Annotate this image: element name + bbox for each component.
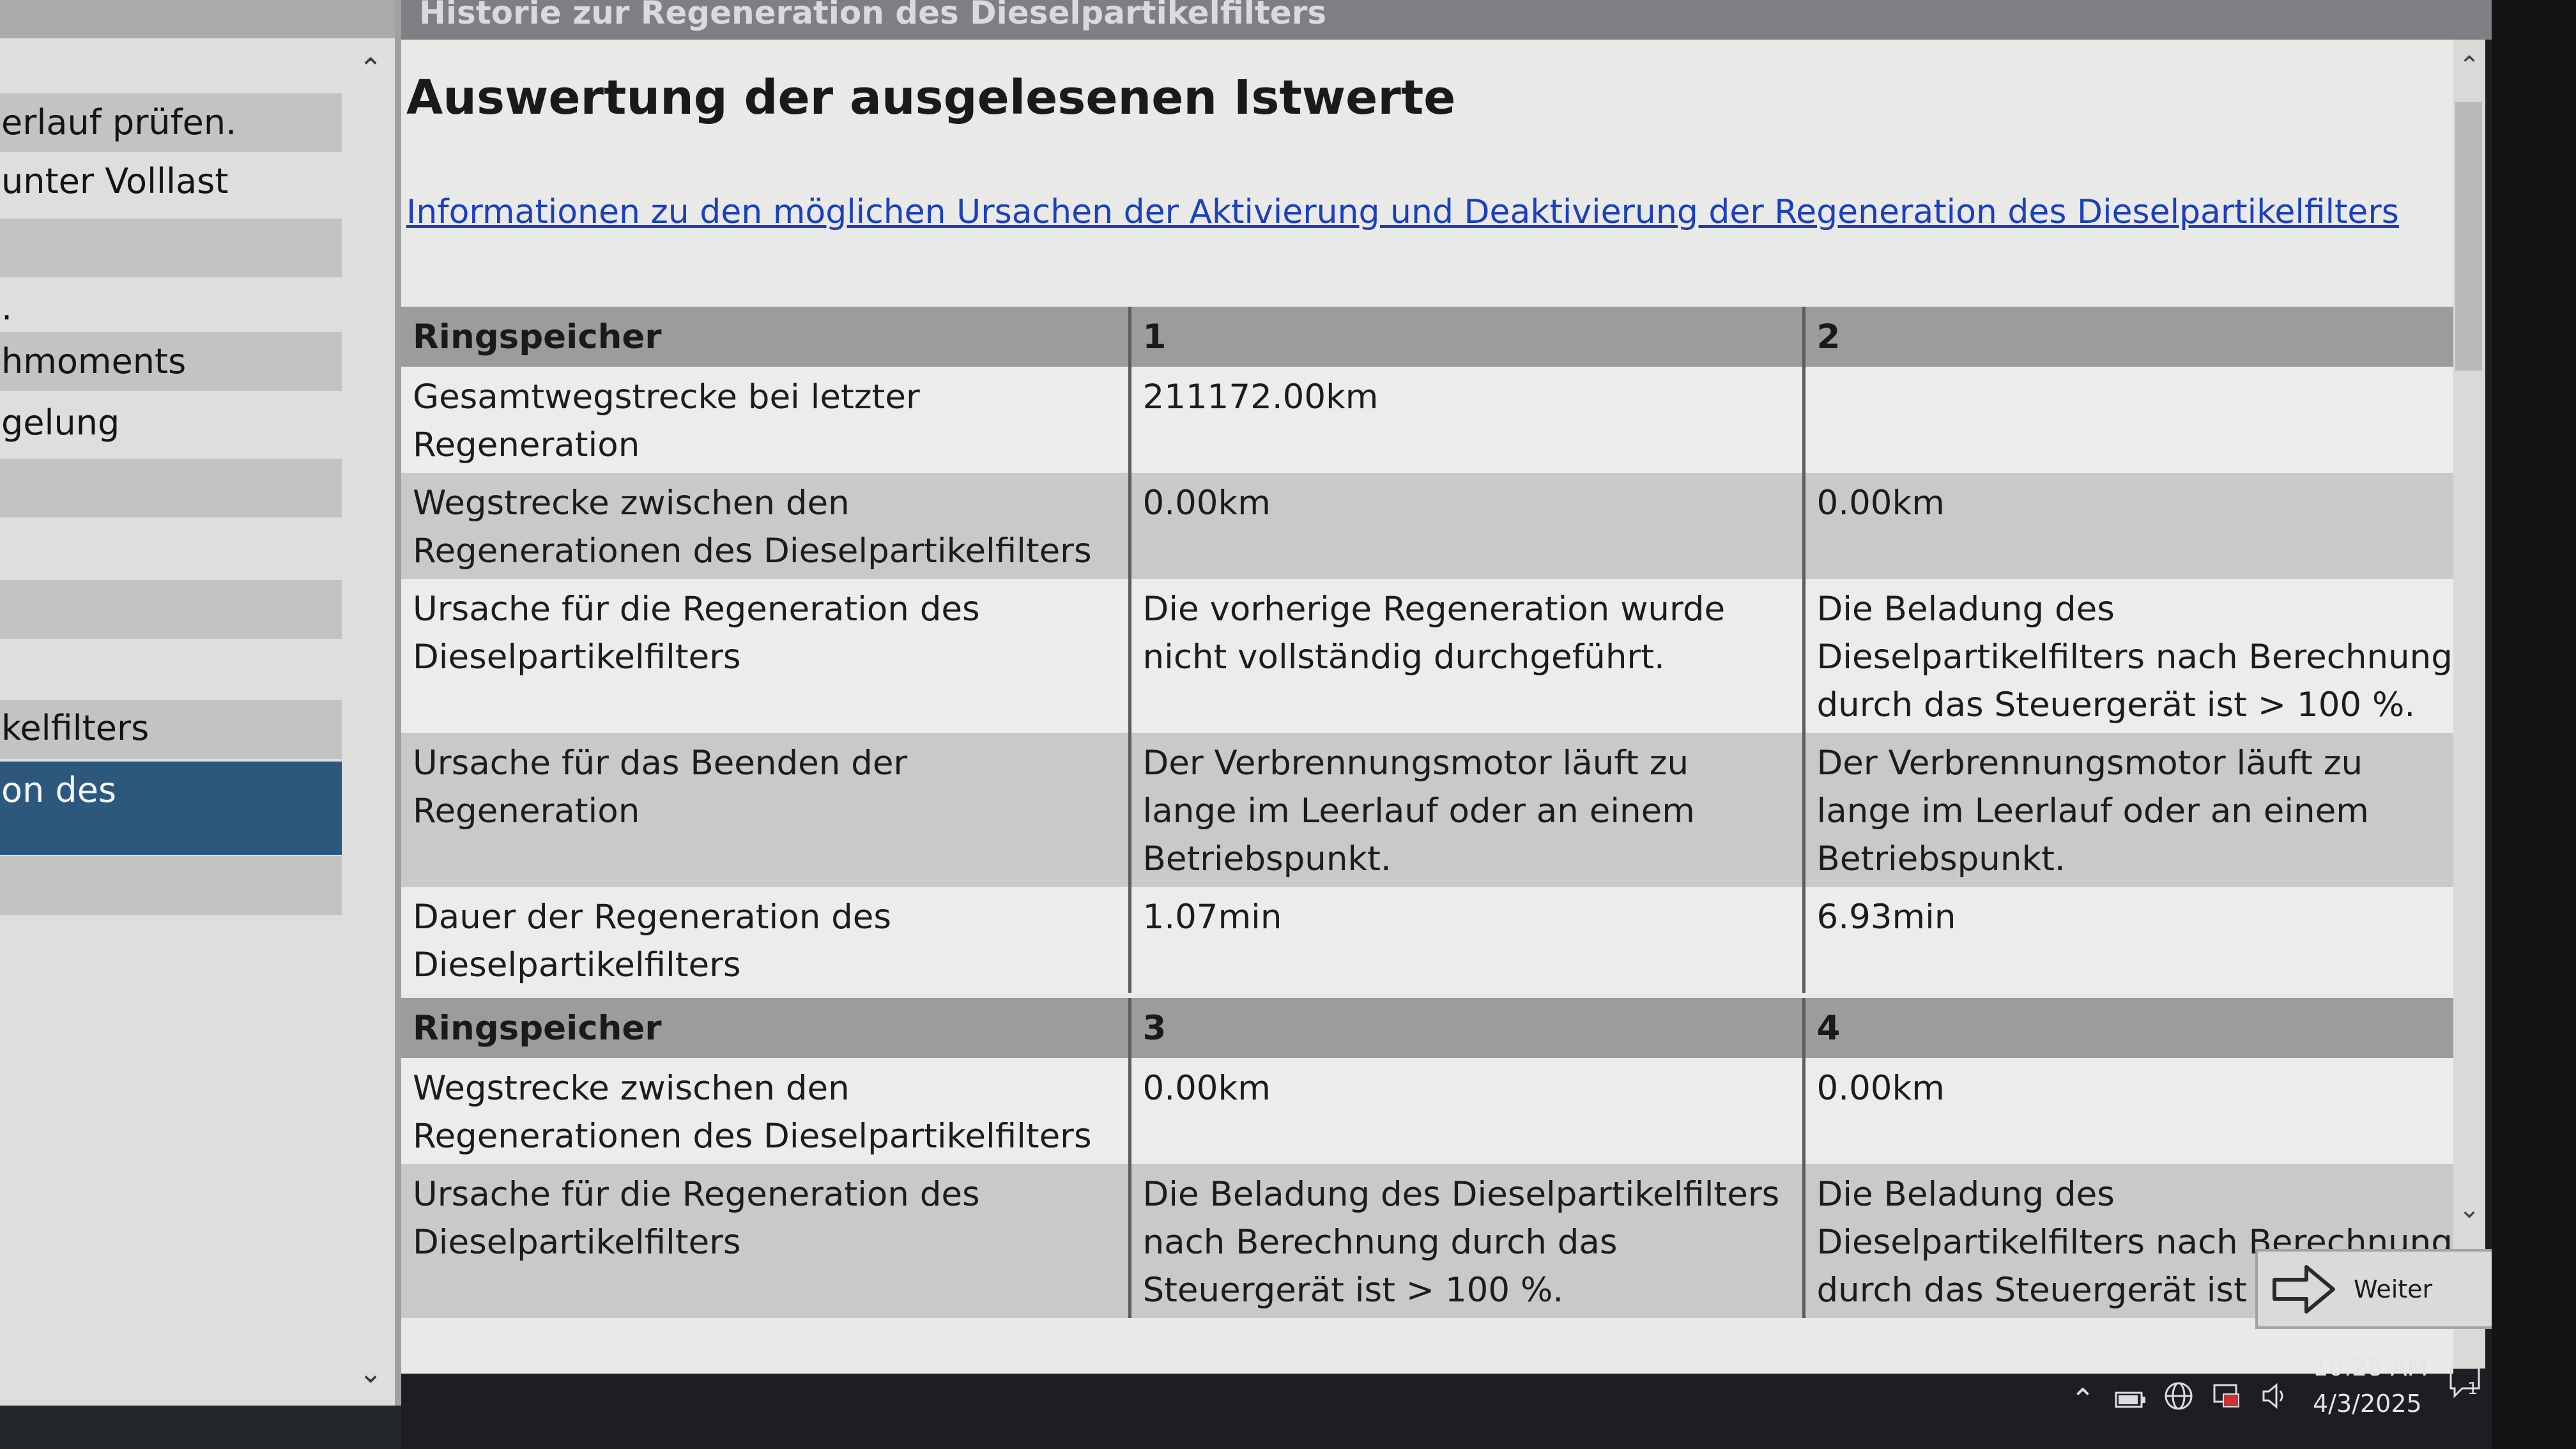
scroll-up-icon[interactable]: ⌃ [2453, 51, 2485, 80]
notification-icon[interactable]: 1 [2447, 1364, 2485, 1402]
table-header-slot: 2 [1802, 307, 2453, 367]
globe-icon[interactable] [2159, 1380, 2198, 1418]
row-value: 6.93min [1802, 887, 2453, 993]
ringspeicher-table-2: Ringspeicher 3 4 Wegstrecke zwischen den… [401, 998, 2453, 1318]
row-value: 0.00km [1128, 473, 1804, 579]
table-row: Ursache für die Regeneration des Dieselp… [401, 579, 2453, 733]
next-button-label: Weiter [2354, 1275, 2433, 1303]
ringspeicher-table-1: Ringspeicher 1 2 Gesamtwegstrecke bei le… [401, 307, 2453, 993]
sidebar-item-12[interactable]: kelfilters [0, 699, 342, 758]
table-row: Wegstrecke zwischen den Regenerationen d… [401, 1058, 2453, 1164]
sidebar-item-9[interactable] [0, 580, 342, 639]
row-value: 0.00km [1802, 473, 2453, 579]
row-value: 0.00km [1802, 1058, 2453, 1164]
sidebar-item-selected[interactable]: on des [0, 762, 342, 855]
clock-date[interactable]: 4/3/2025 [2313, 1390, 2422, 1418]
table-header-label: Ringspeicher [401, 307, 1130, 367]
table-header-label: Ringspeicher [401, 998, 1130, 1058]
table-row: Ursache für die Regeneration des Dieselp… [401, 1164, 2453, 1318]
row-label: Ursache für die Regeneration des Dieselp… [401, 1164, 1130, 1318]
info-link[interactable]: Informationen zu den möglichen Ursachen … [406, 193, 2399, 231]
row-value: Die Beladung des Dieselpartikelfilters n… [1128, 1164, 1804, 1318]
sidebar-item-3[interactable] [0, 218, 342, 277]
row-label: Ursache für die Regeneration des Dieselp… [401, 579, 1130, 733]
row-label: Gesamtwegstrecke bei letzter Regeneratio… [401, 367, 1130, 473]
row-value: Die Beladung des Dieselpartikelfilters n… [1802, 579, 2453, 733]
left-panel-header [0, 0, 396, 38]
table-header-slot: 1 [1128, 307, 1804, 367]
table-row: Wegstrecke zwischen den Regenerationen d… [401, 473, 2453, 579]
table-header-row: Ringspeicher 3 4 [401, 998, 2453, 1058]
taskbar-left [0, 1406, 401, 1449]
sidebar-item-4[interactable]: . [0, 279, 342, 337]
table-header-row: Ringspeicher 1 2 [401, 307, 2453, 367]
notification-count: 1 [2467, 1379, 2478, 1399]
row-value: Der Verbrennungsmotor läuft zu lange im … [1128, 733, 1804, 887]
panel-divider[interactable] [395, 0, 401, 1406]
row-value [1802, 367, 2453, 473]
table-row: Dauer der Regeneration des Dieselpartike… [401, 887, 2453, 993]
row-label: Wegstrecke zwischen den Regenerationen d… [401, 1058, 1130, 1164]
row-value: 1.07min [1128, 887, 1804, 993]
row-label: Dauer der Regeneration des Dieselpartike… [401, 887, 1130, 993]
network-icon[interactable] [2207, 1380, 2246, 1418]
row-value: Die vorherige Regeneration wurde nicht v… [1128, 579, 1804, 733]
row-value: 0.00km [1128, 1058, 1804, 1164]
row-value: Der Verbrennungsmotor läuft zu lange im … [1802, 733, 2453, 887]
left-navigation-panel: ⌃ erlauf prüfen. unter Volllast . hmomen… [0, 0, 396, 1406]
screen-bezel [2492, 0, 2576, 1449]
clock-time[interactable]: 10:28 AM [2313, 1353, 2428, 1381]
sidebar-item-1[interactable]: erlauf prüfen. [0, 93, 342, 152]
sidebar-item-8[interactable] [0, 519, 342, 578]
sidebar-scroll-up-icon[interactable]: ⌃ [358, 55, 383, 83]
sidebar-item-2[interactable]: unter Volllast [0, 152, 342, 211]
page-title: Auswertung der ausgelesenen Istwerte [406, 70, 1456, 125]
main-content: Auswertung der ausgelesenen Istwerte Inf… [401, 40, 2453, 1406]
sidebar-scroll-down-icon[interactable]: ⌄ [358, 1360, 383, 1388]
window-title: Historie zur Regeneration des Dieselpart… [401, 0, 2492, 40]
arrow-right-icon [2273, 1264, 2335, 1314]
sidebar-item-6[interactable]: gelung [0, 394, 342, 452]
chevron-up-icon[interactable]: ⌃ [2064, 1380, 2102, 1418]
next-button[interactable]: Weiter [2255, 1249, 2517, 1329]
table-row: Ursache für das Beenden der Regeneration… [401, 733, 2453, 887]
row-label: Ursache für das Beenden der Regeneration [401, 733, 1130, 887]
table-header-slot: 4 [1802, 998, 2453, 1058]
row-value: 211172.00km [1128, 367, 1804, 473]
table-row: Gesamtwegstrecke bei letzter Regeneratio… [401, 367, 2453, 473]
sidebar-item-14[interactable] [0, 856, 342, 915]
sidebar-item-5[interactable]: hmoments [0, 332, 342, 391]
volume-icon[interactable] [2255, 1380, 2294, 1418]
sidebar-item-10[interactable] [0, 640, 342, 699]
table-header-slot: 3 [1128, 998, 1804, 1058]
scrollbar-thumb[interactable] [2455, 102, 2482, 371]
battery-icon[interactable] [2112, 1380, 2150, 1418]
sidebar-item-7[interactable] [0, 459, 342, 518]
scroll-down-icon[interactable]: ⌄ [2453, 1195, 2485, 1224]
row-label: Wegstrecke zwischen den Regenerationen d… [401, 473, 1130, 579]
